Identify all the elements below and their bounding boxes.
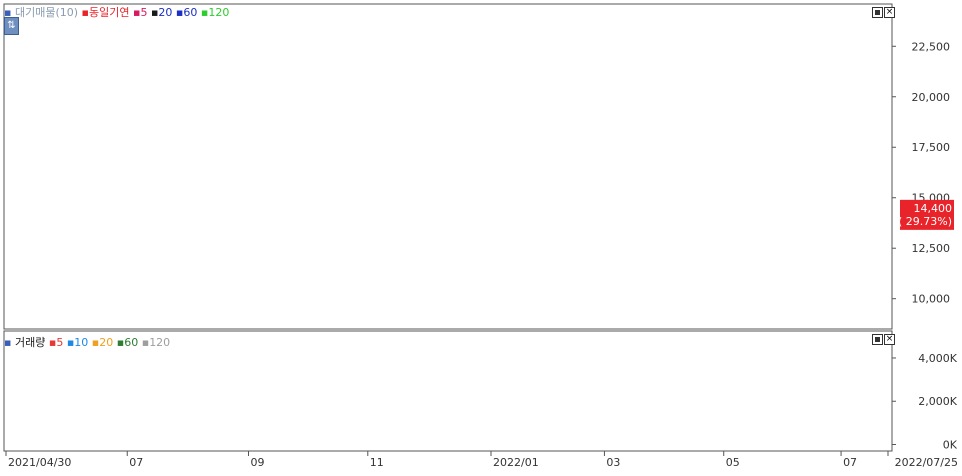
legend-item-vol-ma20[interactable]: ▪20	[92, 336, 113, 349]
x-tick-label: 2022/07/25	[895, 456, 958, 469]
x-tick-label: 03	[606, 456, 620, 469]
x-tick-label: 11	[370, 456, 384, 469]
legend-label: 60	[183, 6, 198, 19]
legend-item-same-period[interactable]: ▪동일기연	[82, 6, 130, 19]
legend-item-vol-ma120[interactable]: ▪120	[142, 336, 170, 349]
legend-label: 120	[149, 336, 171, 349]
x-tick-label: 09	[251, 456, 265, 469]
legend-label: 동일기연	[89, 6, 130, 19]
price-y-tick-label: 22,500	[912, 40, 951, 53]
x-tick-label: 2022/01	[493, 456, 539, 469]
volume-legend: ▪ 거래량 ▪5 ▪10 ▪20 ▪60 ▪120	[4, 334, 170, 350]
maximize-icon	[875, 337, 880, 342]
price-maximize-button[interactable]	[872, 7, 883, 18]
legend-marker-icon: ▪	[4, 336, 12, 349]
volume-y-tick-label: 2,000K	[918, 395, 957, 408]
volume-close-button[interactable]: ×	[884, 334, 895, 345]
x-tick-label: 2021/04/30	[8, 456, 71, 469]
price-panel-title[interactable]: 대기매물(10)	[15, 6, 78, 19]
legend-item-vol-ma60[interactable]: ▪60	[117, 336, 138, 349]
legend-label: 20	[99, 336, 114, 349]
price-y-tick-label: 20,000	[912, 91, 951, 104]
volume-y-tick-label: 0K	[943, 439, 958, 452]
legend-item-vol-ma5[interactable]: ▪5	[49, 336, 63, 349]
legend-item-vol-ma10[interactable]: ▪10	[67, 336, 88, 349]
legend-label: 5	[56, 336, 64, 349]
price-close-button[interactable]: ×	[884, 7, 895, 18]
legend-label: 10	[74, 336, 89, 349]
volume-y-tick-label: 4,000K	[918, 352, 957, 365]
maximize-icon	[875, 10, 880, 15]
toggle-icon: ⇅	[7, 20, 16, 31]
price-y-tick-label: 12,500	[912, 242, 951, 255]
price-y-tick-label: 10,000	[912, 293, 951, 306]
volume-maximize-button[interactable]	[872, 334, 883, 345]
x-tick-label: 05	[726, 456, 740, 469]
close-icon: ×	[885, 7, 894, 17]
legend-marker-icon: ▪	[4, 6, 12, 19]
current-price-change: ( 29.73%)	[898, 215, 952, 228]
legend-item-ma5[interactable]: ▪5	[133, 6, 147, 19]
price-panel-frame	[3, 3, 893, 330]
legend-label: 60	[124, 336, 139, 349]
price-y-tick-label: 17,500	[912, 141, 951, 154]
legend-label: 20	[158, 6, 173, 19]
chart-canvas[interactable]: 23.91% (6,714,637)17.73% (4,978,741)21.2…	[0, 0, 962, 472]
x-tick-label: 07	[129, 456, 143, 469]
close-icon: ×	[885, 334, 894, 344]
legend-label: 120	[208, 6, 230, 19]
volume-panel-title[interactable]: 거래량	[15, 336, 45, 349]
chart-window: 23.91% (6,714,637)17.73% (4,978,741)21.2…	[0, 0, 962, 472]
current-price-value: 14,400	[914, 202, 953, 215]
legend-item-ma120[interactable]: ▪120	[201, 6, 229, 19]
x-tick-label: 07	[843, 456, 857, 469]
legend-item-ma60[interactable]: ▪60	[176, 6, 197, 19]
axes: 10,00012,50015,00017,50020,00022,50014,4…	[3, 3, 958, 469]
price-legend: ▪ 대기매물(10) ▪동일기연 ▪5 ▪20 ▪60 ▪120	[4, 4, 229, 20]
legend-item-ma20[interactable]: ▪20	[151, 6, 172, 19]
legend-label: 5	[140, 6, 148, 19]
